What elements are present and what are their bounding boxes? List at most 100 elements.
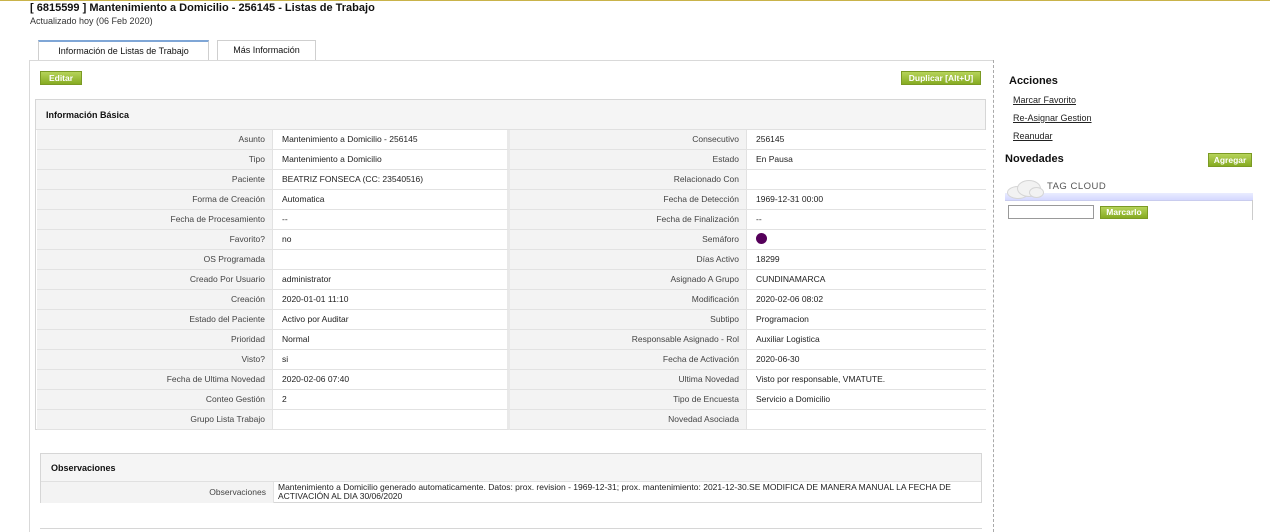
field-value: si [273, 350, 510, 370]
table-row: Asunto Mantenimiento a Domicilio - 256145… [37, 130, 986, 150]
field-label: OS Programada [37, 250, 273, 270]
field-value: 256145 [747, 130, 986, 150]
field-label: Favorito? [37, 230, 273, 250]
observations-value: Mantenimiento a Domicilio generado autom… [278, 482, 951, 501]
tab-informacion-listas[interactable]: Información de Listas de Trabajo [38, 40, 209, 61]
cloud-icon [1005, 178, 1045, 200]
field-value: 1969-12-31 00:00 [747, 190, 986, 210]
tag-cloud-edge [1252, 200, 1253, 220]
table-row: Visto? si Fecha de Activación 2020-06-30 [37, 350, 986, 370]
mark-tag-button[interactable]: Marcarlo [1100, 206, 1148, 219]
basic-info-title: Información Básica [36, 100, 985, 130]
table-row: Estado del Paciente Activo por Auditar Sub… [37, 310, 986, 330]
edit-button[interactable]: Editar [40, 71, 82, 85]
field-value [747, 410, 986, 430]
field-label: Conteo Gestión [37, 390, 273, 410]
field-value: no [273, 230, 510, 250]
field-value: -- [273, 210, 510, 230]
field-label: Fecha de Finalización [510, 210, 747, 230]
next-section-edge [40, 528, 982, 532]
field-label: Asignado A Grupo [510, 270, 747, 290]
field-value [273, 410, 510, 430]
table-row: Paciente BEATRIZ FONSECA (CC: 23540516) Re… [37, 170, 986, 190]
duplicate-button[interactable]: Duplicar [Alt+U] [901, 71, 981, 85]
field-value: 2020-02-06 08:02 [747, 290, 986, 310]
action-reasignar-gestion[interactable]: Re-Asignar Gestion [1013, 113, 1092, 123]
field-label: Creación [37, 290, 273, 310]
updated-subtitle: Actualizado hoy (06 Feb 2020) [30, 16, 153, 26]
field-label: Novedad Asociada [510, 410, 747, 430]
observations-section: Observaciones Observaciones Mantenimient… [40, 453, 982, 503]
field-value: Automatica [273, 190, 510, 210]
field-label: Ultima Novedad [510, 370, 747, 390]
field-label: Estado [510, 150, 747, 170]
page-title: [ 6815599 ] Mantenimiento a Domicilio - … [30, 2, 375, 14]
basic-info-grid: Asunto Mantenimiento a Domicilio - 256145… [37, 130, 986, 430]
field-value: En Pausa [747, 150, 986, 170]
table-row: Fecha de Procesamiento -- Fecha de Finaliz… [37, 210, 986, 230]
field-value: Servicio a Domicilio [747, 390, 986, 410]
field-value: 18299 [747, 250, 986, 270]
table-row: Creación 2020-01-01 11:10 Modificación 2020… [37, 290, 986, 310]
field-label: Grupo Lista Trabajo [37, 410, 273, 430]
field-value: Mantenimiento a Domicilio - 256145 [273, 130, 510, 150]
field-label: Modificación [510, 290, 747, 310]
field-label: Semáforo [510, 230, 747, 250]
field-value: Auxiliar Logistica [747, 330, 986, 350]
field-value: 2020-06-30 [747, 350, 986, 370]
field-label: Relacionado Con [510, 170, 747, 190]
observations-row: Observaciones Mantenimiento a Domicilio … [41, 482, 981, 503]
table-row: Grupo Lista Trabajo Novedad Asociada [37, 410, 986, 430]
field-label: Fecha de Ultima Novedad [37, 370, 273, 390]
table-row: Favorito? no Semáforo [37, 230, 986, 250]
field-value [747, 170, 986, 190]
semaforo-status-dot [756, 233, 767, 245]
field-value [747, 230, 986, 250]
field-value: BEATRIZ FONSECA (CC: 23540516) [273, 170, 510, 190]
field-value: 2020-01-01 11:10 [273, 290, 510, 310]
field-value: Normal [273, 330, 510, 350]
field-value: CUNDINAMARCA [747, 270, 986, 290]
field-label: Asunto [37, 130, 273, 150]
field-value: administrator [273, 270, 510, 290]
table-row: Forma de Creación Automatica Fecha de Dete… [37, 190, 986, 210]
field-value: 2020-02-06 07:40 [273, 370, 510, 390]
field-label: Fecha de Detección [510, 190, 747, 210]
table-row: Creado Por Usuario administrator Asignado … [37, 270, 986, 290]
field-label: Creado Por Usuario [37, 270, 273, 290]
novedades-title: Novedades [1005, 153, 1064, 165]
field-label: Responsable Asignado - Rol [510, 330, 747, 350]
top-rule [0, 0, 1270, 1]
field-value: Activo por Auditar [273, 310, 510, 330]
field-label: Visto? [37, 350, 273, 370]
field-value: -- [747, 210, 986, 230]
action-marcar-favorito[interactable]: Marcar Favorito [1013, 95, 1076, 105]
field-label: Días Activo [510, 250, 747, 270]
table-row: Conteo Gestión 2 Tipo de Encuesta Servicio … [37, 390, 986, 410]
field-label: Estado del Paciente [37, 310, 273, 330]
field-value: 2 [273, 390, 510, 410]
field-value [273, 250, 510, 270]
basic-info-section: Información Básica Asunto Mantenimiento a… [35, 99, 986, 430]
field-label: Tipo de Encuesta [510, 390, 747, 410]
field-label: Forma de Creación [37, 190, 273, 210]
tag-input[interactable] [1008, 205, 1094, 219]
field-value: Programacion [747, 310, 986, 330]
add-novedad-button[interactable]: Agregar [1208, 153, 1252, 167]
field-label: Consecutivo [510, 130, 747, 150]
table-row: Tipo Mantenimiento a Domicilio Estado En Pa… [37, 150, 986, 170]
field-label: Paciente [37, 170, 273, 190]
observations-title: Observaciones [41, 454, 981, 482]
table-row: Fecha de Ultima Novedad 2020-02-06 07:40 U… [37, 370, 986, 390]
field-label: Fecha de Procesamiento [37, 210, 273, 230]
field-value: Visto por responsable, VMATUTE. [747, 370, 986, 390]
tab-mas-informacion[interactable]: Más Información [217, 40, 316, 61]
acciones-title: Acciones [1009, 75, 1058, 87]
tag-cloud-label: TAG CLOUD [1047, 181, 1107, 192]
field-label: Prioridad [37, 330, 273, 350]
action-reanudar[interactable]: Reanudar [1013, 131, 1053, 141]
table-row: OS Programada Días Activo 18299 [37, 250, 986, 270]
field-label: Tipo [37, 150, 273, 170]
observations-label: Observaciones [41, 482, 274, 503]
table-row: Prioridad Normal Responsable Asignado - Ro… [37, 330, 986, 350]
